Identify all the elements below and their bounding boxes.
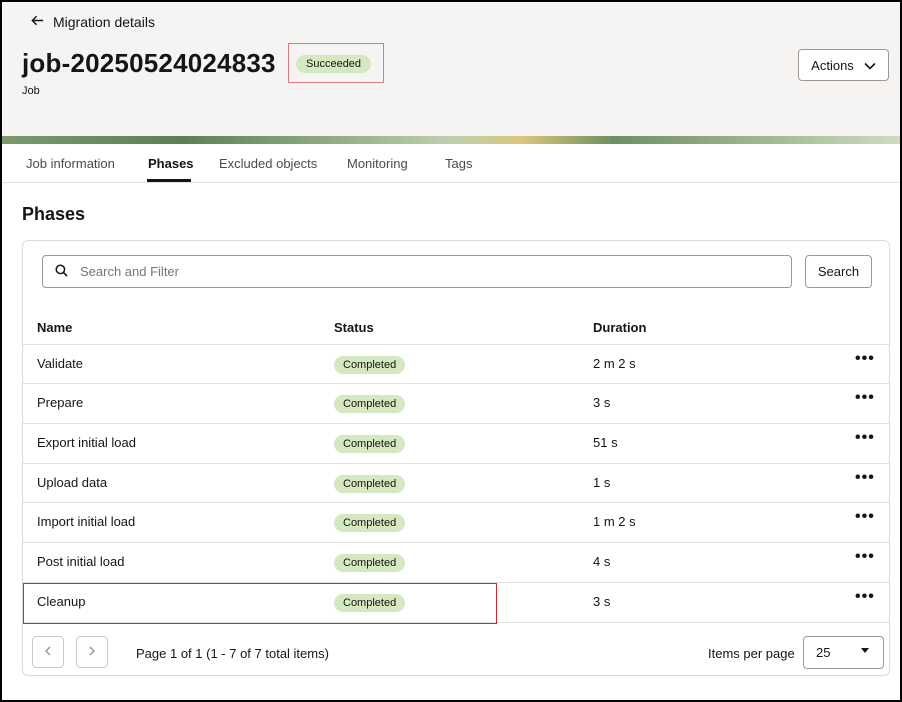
previous-page-button[interactable] [32, 636, 64, 668]
status-badge: Completed [334, 435, 406, 453]
page-title: job-20250524024833 [22, 48, 276, 78]
status-badge: Completed [334, 514, 406, 532]
phase-name: Upload data [37, 475, 108, 490]
tab-phases[interactable]: Phases [148, 156, 194, 171]
status-badge: Completed [334, 395, 406, 413]
phase-duration: 3 s [593, 395, 611, 410]
phase-duration: 1 m 2 s [593, 514, 636, 529]
phase-name: Validate [37, 356, 84, 371]
items-per-page-select[interactable]: 25 [803, 636, 884, 669]
phase-name: Export initial load [37, 435, 136, 450]
app-window: Migration details job-20250524024833 Suc… [0, 0, 902, 702]
tab-bar: Job information Phases Excluded objects … [2, 144, 900, 183]
column-header-name[interactable]: Name [37, 320, 72, 335]
more-actions-icon[interactable]: ••• [855, 508, 875, 526]
phase-name: Prepare [37, 395, 84, 410]
chevron-right-icon [88, 643, 96, 661]
more-actions-icon[interactable]: ••• [855, 389, 875, 407]
status-badge: Completed [334, 356, 406, 374]
active-tab-indicator [147, 179, 191, 182]
table-row[interactable]: Upload data Completed 1 s ••• [23, 463, 889, 503]
search-icon [55, 263, 68, 280]
pagination-bar: Page 1 of 1 (1 - 7 of 7 total items) Ite… [23, 622, 889, 676]
phase-duration: 1 s [593, 475, 611, 490]
column-header-duration[interactable]: Duration [593, 320, 646, 335]
table-row[interactable]: Import initial load Completed 1 m 2 s ••… [23, 502, 889, 542]
table-row[interactable]: Post initial load Completed 4 s ••• [23, 542, 889, 582]
arrow-left-icon [30, 13, 45, 31]
section-title: Phases [22, 204, 86, 224]
caret-down-icon [861, 648, 869, 653]
table-row[interactable]: Export initial load Completed 51 s ••• [23, 423, 889, 463]
tab-monitoring[interactable]: Monitoring [347, 156, 408, 171]
table-row[interactable]: Prepare Completed 3 s ••• [23, 383, 889, 423]
phase-name: Post initial load [37, 554, 125, 569]
actions-button[interactable]: Actions [798, 49, 889, 81]
phase-duration: 3 s [593, 594, 611, 609]
back-link[interactable]: Migration details [30, 13, 155, 31]
chevron-down-icon [864, 58, 876, 73]
more-actions-icon[interactable]: ••• [855, 469, 875, 487]
status-badge: Completed [334, 475, 406, 493]
more-actions-icon[interactable]: ••• [855, 350, 875, 368]
tab-excluded-objects[interactable]: Excluded objects [219, 156, 317, 171]
phase-duration: 51 s [593, 435, 618, 450]
page-status-text: Page 1 of 1 (1 - 7 of 7 total items) [136, 646, 329, 661]
page-subtitle: Job [22, 85, 40, 97]
highlight-box [23, 583, 497, 624]
tab-job-information[interactable]: Job information [26, 156, 115, 171]
table-row[interactable]: Validate Completed 2 m 2 s ••• [23, 344, 889, 384]
back-link-label: Migration details [53, 14, 155, 30]
search-placeholder: Search and Filter [80, 264, 179, 279]
next-page-button[interactable] [76, 636, 108, 668]
more-actions-icon[interactable]: ••• [855, 548, 875, 566]
tab-tags[interactable]: Tags [445, 156, 472, 171]
search-input[interactable]: Search and Filter [42, 255, 792, 288]
phase-name: Import initial load [37, 514, 136, 529]
items-per-page-label: Items per page [708, 646, 795, 661]
header-banner [2, 136, 900, 144]
page-header: Migration details job-20250524024833 Suc… [2, 2, 900, 138]
highlight-box [288, 43, 384, 83]
more-actions-icon[interactable]: ••• [855, 588, 875, 606]
phase-duration: 2 m 2 s [593, 356, 636, 371]
more-actions-icon[interactable]: ••• [855, 429, 875, 447]
chevron-left-icon [44, 643, 52, 661]
search-button[interactable]: Search [805, 255, 872, 288]
phase-duration: 4 s [593, 554, 611, 569]
column-header-status[interactable]: Status [334, 320, 374, 335]
items-per-page-value: 25 [816, 645, 831, 660]
actions-button-label: Actions [811, 57, 854, 73]
status-badge: Completed [334, 554, 406, 572]
